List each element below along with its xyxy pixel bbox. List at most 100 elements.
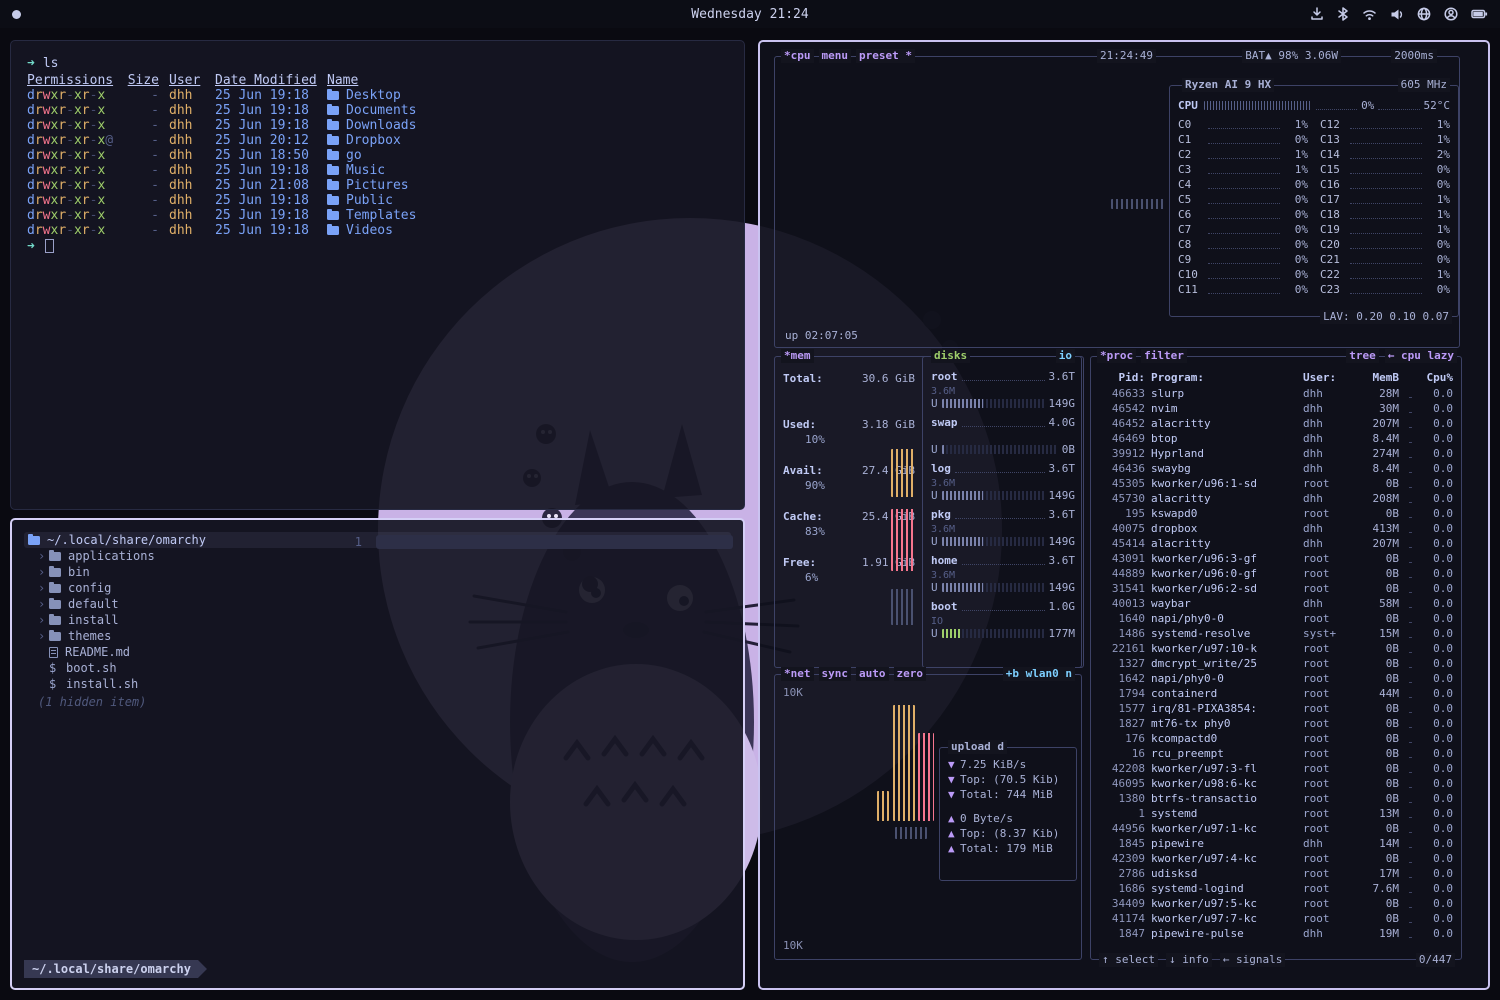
file-manager-window[interactable]: ~/.local/share/omarchy › applications › … [10,518,745,990]
bluetooth-icon[interactable] [1337,7,1349,21]
process-pid: 1486 [1099,626,1145,641]
process-mem: 0B [1353,611,1399,626]
btop-tab[interactable]: preset * [856,49,915,63]
owner: dhh [169,148,205,163]
col-program[interactable]: Program: [1151,370,1297,385]
proc-tab[interactable]: *proc [1097,349,1136,363]
process-row[interactable]: 41174 kworker/u97:7-kc root 0B 0.0 [1091,911,1461,926]
process-name: napi/phy0-0 [1151,611,1297,626]
workspace-indicator[interactable] [12,10,21,19]
wifi-icon[interactable] [1362,8,1377,21]
process-row[interactable]: 45730 alacritty dhh 208M 0.0 [1091,491,1461,506]
proc-option-tab[interactable]: ← cpu lazy [1385,349,1457,363]
tree-item[interactable]: › themes [24,628,731,644]
process-row[interactable]: 34409 kworker/u97:5-kc root 0B 0.0 [1091,896,1461,911]
process-row[interactable]: 1577 irq/81-PIXA3854: root 0B 0.0 [1091,701,1461,716]
proc-option-tab[interactable]: tree [1346,349,1379,363]
footer-key[interactable]: ← signals [1220,953,1286,967]
process-row[interactable]: 176 kcompactd0 root 0B 0.0 [1091,731,1461,746]
disks-tab[interactable]: disks [931,349,970,363]
btop-tab[interactable]: *cpu [781,49,814,63]
process-user: root [1303,476,1347,491]
process-row[interactable]: 1847 pipewire-pulse dhh 19M 0.0 [1091,926,1461,941]
tree-item[interactable]: › bin [24,564,731,580]
col-cpu[interactable]: Cpu% [1421,370,1453,385]
tree-item[interactable]: › boot.sh [24,660,731,676]
process-row[interactable]: 31541 kworker/u96:2-sd root 0B 0.0 [1091,581,1461,596]
col-user[interactable]: User: [1303,370,1347,385]
col-memb[interactable]: MemB [1353,370,1399,385]
size: - [127,148,159,163]
tree-item[interactable]: › applications [24,548,731,564]
process-row[interactable]: 43091 kworker/u96:3-gf root 0B 0.0 [1091,551,1461,566]
process-row[interactable]: 1642 napi/phy0-0 root 0B 0.0 [1091,671,1461,686]
core-name: C3 [1178,162,1204,177]
process-row[interactable]: 22161 kworker/u97:10-k root 0B 0.0 [1091,641,1461,656]
tree-item[interactable]: › install.sh [24,676,731,692]
btop-tab[interactable]: menu [819,49,852,63]
net-tab[interactable]: sync [819,667,852,681]
process-row[interactable]: 1686 systemd-logind root 7.6M 0.0 [1091,881,1461,896]
process-row[interactable]: 46469 btop dhh 8.4M 0.0 [1091,431,1461,446]
tree-item[interactable]: › default [24,596,731,612]
disk-used-bar [942,491,1045,500]
process-cpu: 0.0 [1421,821,1453,836]
process-row[interactable]: 45414 alacritty dhh 207M 0.0 [1091,536,1461,551]
tray-download-icon[interactable] [1310,7,1324,21]
volume-icon[interactable] [1390,8,1404,21]
footer-key[interactable]: ↓ info [1166,953,1212,967]
process-row[interactable]: 42309 kworker/u97:4-kc root 0B 0.0 [1091,851,1461,866]
process-row[interactable]: 195 kswapd0 root 0B 0.0 [1091,506,1461,521]
process-row[interactable]: 45305 kworker/u96:1-sd root 0B 0.0 [1091,476,1461,491]
process-row[interactable]: 40075 dropbox dhh 413M 0.0 [1091,521,1461,536]
terminal-window[interactable]: ➜ ls Permissions Size User Date Modified… [10,40,745,510]
net-tab[interactable]: zero [894,667,927,681]
process-user: root [1303,821,1347,836]
process-row[interactable]: 42208 kworker/u97:3-fl root 0B 0.0 [1091,761,1461,776]
net-tab[interactable]: auto [856,667,889,681]
folder-icon [327,211,339,220]
process-user: root [1303,701,1347,716]
preview-highlight-line[interactable] [376,535,733,549]
tree-item[interactable]: › config [24,580,731,596]
process-mem: 0B [1353,701,1399,716]
net-tab[interactable]: *net [781,667,814,681]
btop-window[interactable]: *cpumenupreset * 21:24:49 BAT▲ 98% 3.06W… [758,40,1490,990]
process-row[interactable]: 46452 alacritty dhh 207M 0.0 [1091,416,1461,431]
process-row[interactable]: 40013 waybar dhh 58M 0.0 [1091,596,1461,611]
process-row[interactable]: 44956 kworker/u97:1-kc root 0B 0.0 [1091,821,1461,836]
tree-item[interactable]: › install [24,612,731,628]
process-row[interactable]: 1380 btrfs-transactio root 0B 0.0 [1091,791,1461,806]
mem-tab[interactable]: *mem [781,349,814,363]
text-cursor[interactable] [45,239,54,253]
battery-icon[interactable] [1471,8,1488,20]
col-pid[interactable]: Pid: [1099,370,1145,385]
ls-row: drwxr-xr-x - dhh 25 Jun 19:18 Music [27,163,728,178]
process-row[interactable]: 1327 dmcrypt_write/25 root 0B 0.0 [1091,656,1461,671]
process-row[interactable]: 1794 containerd root 44M 0.0 [1091,686,1461,701]
process-row[interactable]: 46542 nvim dhh 30M 0.0 [1091,401,1461,416]
core-row: C8 0% [1178,237,1308,252]
io-tab[interactable]: io [1056,349,1075,363]
proc-tab[interactable]: filter [1141,349,1187,363]
tree-item[interactable]: › README.md [24,644,731,660]
process-row[interactable]: 39912 Hyprland dhh 274M 0.0 [1091,446,1461,461]
globe-icon[interactable] [1417,7,1431,21]
process-row[interactable]: 1845 pipewire dhh 14M 0.0 [1091,836,1461,851]
footer-key[interactable]: ↑ select [1099,953,1158,967]
process-row[interactable]: 46436 swaybg dhh 8.4M 0.0 [1091,461,1461,476]
date-modified: 25 Jun 19:18 [215,193,317,208]
process-row[interactable]: 1827 mt76-tx phy0 root 0B 0.0 [1091,716,1461,731]
process-row[interactable]: 46095 kworker/u98:6-kc root 0B 0.0 [1091,776,1461,791]
user-icon[interactable] [1444,7,1458,21]
process-row[interactable]: 1486 systemd-resolve syst+ 15M 0.0 [1091,626,1461,641]
process-row[interactable]: 1 systemd root 13M 0.0 [1091,806,1461,821]
net-interface[interactable]: +b wlan0 n [1003,667,1075,681]
owner: dhh [169,88,205,103]
process-row[interactable]: 16 rcu_preempt root 0B 0.0 [1091,746,1461,761]
process-row[interactable]: 1640 napi/phy0-0 root 0B 0.0 [1091,611,1461,626]
process-row[interactable]: 44889 kworker/u96:0-gf root 0B 0.0 [1091,566,1461,581]
refresh-interval[interactable]: 2000ms [1391,49,1437,63]
process-row[interactable]: 46633 slurp dhh 28M 0.0 [1091,386,1461,401]
process-row[interactable]: 2786 udisksd root 17M 0.0 [1091,866,1461,881]
